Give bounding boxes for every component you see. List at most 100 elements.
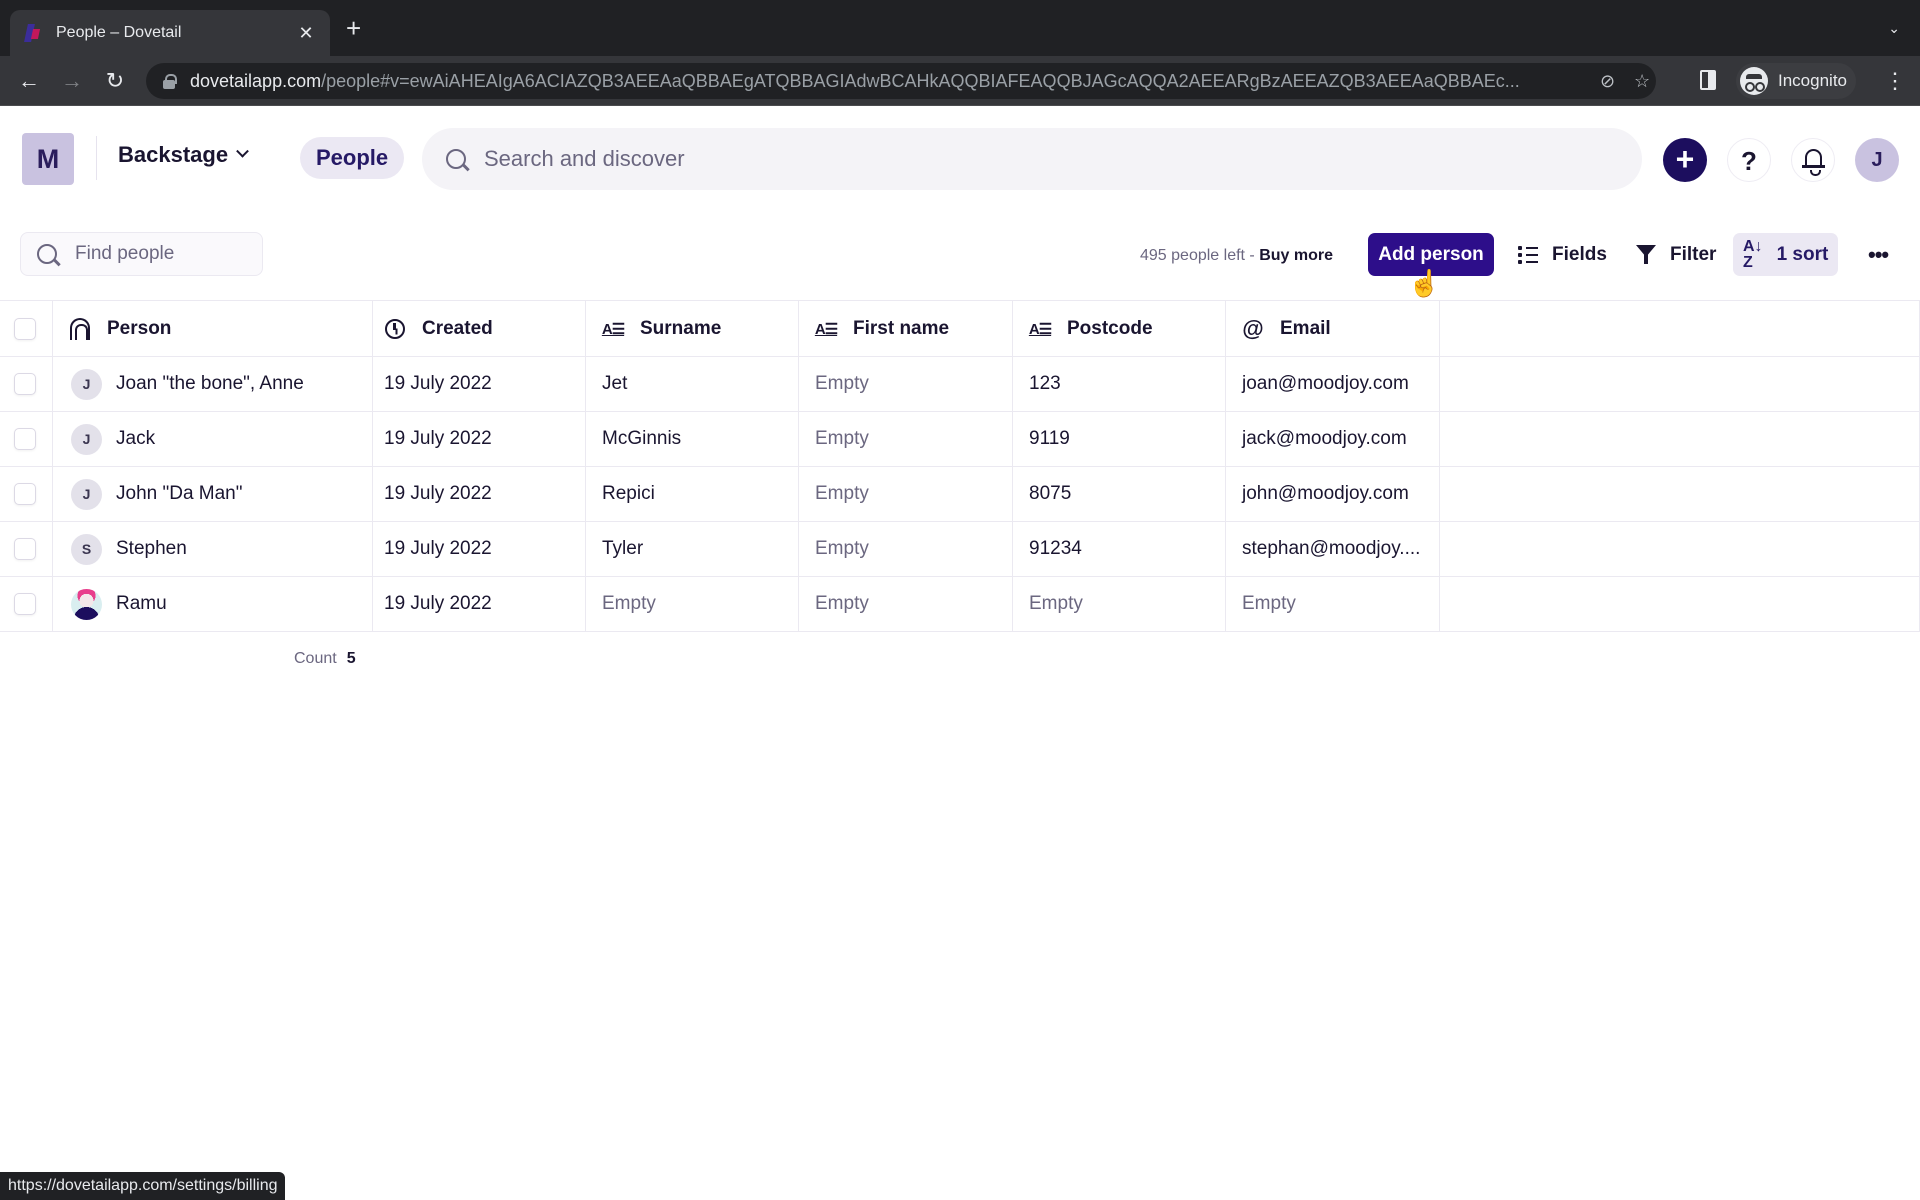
email-cell[interactable]: joan@moodjoy.com <box>1226 357 1440 411</box>
first-name-cell[interactable]: Empty <box>799 412 1013 466</box>
row-checkbox[interactable] <box>14 428 36 450</box>
address-bar[interactable]: dovetailapp.com/people#v=ewAiAHEAIgA6ACI… <box>146 63 1656 99</box>
table-row[interactable]: J Jack 19 July 2022 McGinnis Empty 9119 jack@m… <box>0 412 1920 467</box>
surname-cell[interactable]: Jet <box>586 357 799 411</box>
postcode-cell[interactable]: Empty <box>1013 577 1226 631</box>
browser-tab[interactable]: People – Dovetail ✕ <box>10 10 330 56</box>
bookmark-star-icon[interactable]: ☆ <box>1634 63 1650 99</box>
person-cell[interactable]: J John "Da Man" <box>53 467 373 521</box>
find-people-search[interactable] <box>20 232 263 276</box>
at-sign-icon: @ <box>1242 315 1264 341</box>
reload-icon[interactable]: ↻ <box>100 66 130 96</box>
user-avatar[interactable]: J <box>1855 138 1899 182</box>
first-name-cell[interactable]: Empty <box>799 467 1013 521</box>
tab-search-chevron-icon[interactable]: ⌄ <box>1888 20 1900 37</box>
table-row[interactable]: J Joan "the bone", Anne 19 July 2022 Jet Emp… <box>0 357 1920 412</box>
global-search-input[interactable] <box>484 146 1584 172</box>
header-divider <box>96 136 97 180</box>
column-header-created[interactable]: Created <box>373 301 586 356</box>
person-avatar: J <box>71 368 102 400</box>
column-header-email[interactable]: @ Email <box>1226 301 1440 356</box>
help-button[interactable]: ? <box>1727 138 1771 182</box>
workspace-logo[interactable]: M <box>22 133 74 185</box>
person-name: Ramu <box>116 593 167 614</box>
forward-arrow-icon[interactable]: → <box>57 66 87 96</box>
created-cell[interactable]: 19 July 2022 <box>373 522 586 576</box>
person-avatar: S <box>71 533 102 565</box>
count-value: 5 <box>346 650 356 667</box>
column-header-person[interactable]: Person <box>53 301 373 356</box>
workspace-switcher[interactable]: Backstage <box>118 142 249 168</box>
sort-button[interactable]: A↓ Z 1 sort <box>1733 233 1839 276</box>
email-cell[interactable]: john@moodjoy.com <box>1226 467 1440 521</box>
email-cell[interactable]: stephan@moodjoy.... <box>1226 522 1440 576</box>
surname-cell[interactable]: Tyler <box>586 522 799 576</box>
hand-pointer-cursor-icon: ☝ <box>1408 268 1441 298</box>
column-label: Email <box>1280 317 1331 339</box>
url-text: dovetailapp.com/people#v=ewAiAHEAIgA6ACI… <box>190 71 1520 92</box>
postcode-cell[interactable]: 8075 <box>1013 467 1226 521</box>
email-cell[interactable]: Empty <box>1226 577 1440 631</box>
table-row[interactable]: J John "Da Man" 19 July 2022 Repici Empty 807… <box>0 467 1920 522</box>
eye-off-icon[interactable]: ⊘ <box>1600 63 1615 99</box>
chevron-down-icon <box>236 144 249 158</box>
postcode-cell[interactable]: 91234 <box>1013 522 1226 576</box>
created-cell[interactable]: 19 July 2022 <box>373 577 586 631</box>
person-name: John "Da Man" <box>116 483 243 504</box>
person-cell[interactable]: Ramu <box>53 577 373 631</box>
column-label: Surname <box>640 317 722 339</box>
first-name-cell[interactable]: Empty <box>799 522 1013 576</box>
tab-close-icon[interactable]: ✕ <box>296 23 316 44</box>
back-arrow-icon[interactable]: ← <box>14 66 44 96</box>
browser-menu-icon[interactable]: ⋮ <box>1884 66 1906 96</box>
postcode-cell[interactable]: 123 <box>1013 357 1226 411</box>
column-header-first-name[interactable]: A☰ First name <box>799 301 1013 356</box>
notifications-button[interactable] <box>1791 138 1835 182</box>
column-label: First name <box>853 317 950 339</box>
surname-cell[interactable]: Repici <box>586 467 799 521</box>
person-cell[interactable]: J Jack <box>53 412 373 466</box>
row-checkbox[interactable] <box>14 593 36 615</box>
text-field-icon: A☰ <box>601 320 625 338</box>
created-cell[interactable]: 19 July 2022 <box>373 412 586 466</box>
first-name-cell[interactable]: Empty <box>799 577 1013 631</box>
more-options-button[interactable]: ••• <box>1858 233 1898 276</box>
table-row[interactable]: S Stephen 19 July 2022 Tyler Empty 91234 steph… <box>0 522 1920 577</box>
column-label: Person <box>107 317 172 339</box>
row-checkbox[interactable] <box>14 483 36 505</box>
email-cell[interactable]: jack@moodjoy.com <box>1226 412 1440 466</box>
filter-label: Filter <box>1670 243 1717 265</box>
row-checkbox[interactable] <box>14 538 36 560</box>
people-table: Person Created A☰ Surname A☰ First name A☰… <box>0 300 1920 632</box>
profile-label: Incognito <box>1778 71 1847 90</box>
person-cell[interactable]: S Stephen <box>53 522 373 576</box>
buy-more-link[interactable]: Buy more <box>1259 247 1333 264</box>
create-button[interactable]: + <box>1663 138 1707 182</box>
browser-tabstrip: People – Dovetail ✕ + ⌄ <box>0 0 1920 56</box>
person-cell[interactable]: J Joan "the bone", Anne <box>53 357 373 411</box>
person-avatar-image <box>71 588 102 620</box>
table-header-row: Person Created A☰ Surname A☰ First name A☰… <box>0 300 1920 357</box>
global-search[interactable] <box>422 128 1642 190</box>
table-row[interactable]: Ramu 19 July 2022 Empty Empty Empty Empty <box>0 577 1920 632</box>
postcode-cell[interactable]: 9119 <box>1013 412 1226 466</box>
surname-cell[interactable]: Empty <box>586 577 799 631</box>
created-cell[interactable]: 19 July 2022 <box>373 357 586 411</box>
clock-icon <box>385 318 405 339</box>
filter-button[interactable]: Filter <box>1626 233 1726 276</box>
incognito-profile-button[interactable]: Incognito <box>1736 63 1856 99</box>
find-people-input[interactable] <box>75 243 255 265</box>
column-header-surname[interactable]: A☰ Surname <box>586 301 799 356</box>
select-all-checkbox[interactable] <box>14 317 36 340</box>
nav-people[interactable]: People <box>300 137 405 179</box>
side-panel-icon[interactable] <box>1700 70 1716 90</box>
column-header-postcode[interactable]: A☰ Postcode <box>1013 301 1226 356</box>
surname-cell[interactable]: McGinnis <box>586 412 799 466</box>
sort-az-icon: A↓ Z <box>1743 237 1763 271</box>
created-cell[interactable]: 19 July 2022 <box>373 467 586 521</box>
new-tab-icon[interactable]: + <box>346 15 361 41</box>
first-name-cell[interactable]: Empty <box>799 357 1013 411</box>
fields-button[interactable]: Fields <box>1508 233 1617 276</box>
workspace-name: Backstage <box>118 142 229 167</box>
row-checkbox[interactable] <box>14 373 36 395</box>
